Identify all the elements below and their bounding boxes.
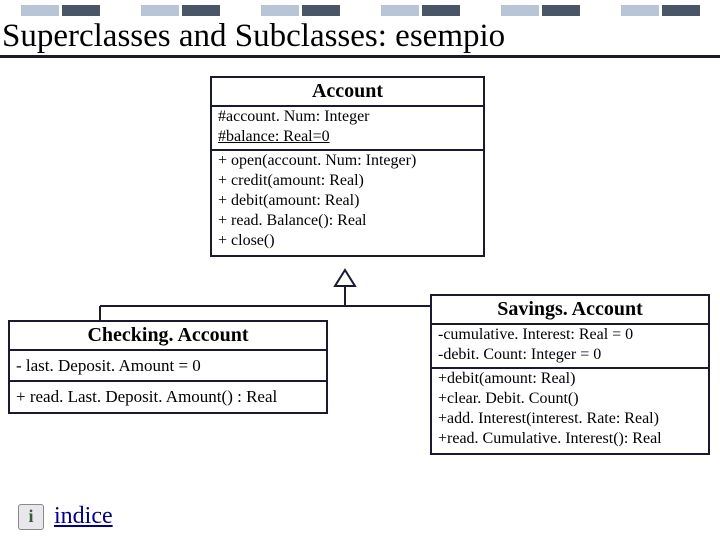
class-operations: + read. Last. Deposit. Amount() : Real xyxy=(10,382,326,411)
footer: i indice xyxy=(18,503,113,530)
class-account: Account #account. Num: Integer #balance:… xyxy=(210,76,485,257)
class-operations: +debit(amount: Real) +clear. Debit. Coun… xyxy=(432,369,708,453)
class-savings-account: Savings. Account -cumulative. Interest: … xyxy=(430,294,710,455)
class-attributes: #account. Num: Integer #balance: Real=0 xyxy=(212,107,483,151)
class-attributes: -cumulative. Interest: Real = 0 -debit. … xyxy=(432,325,708,369)
class-attributes: - last. Deposit. Amount = 0 xyxy=(10,351,326,382)
slide-title: Superclasses and Subclasses: esempio xyxy=(0,18,720,55)
class-operations: + open(account. Num: Integer) + credit(a… xyxy=(212,151,483,255)
title-bar: Superclasses and Subclasses: esempio xyxy=(0,16,720,58)
class-name: Savings. Account xyxy=(432,296,708,325)
uml-diagram: Account #account. Num: Integer #balance:… xyxy=(0,58,720,488)
info-icon[interactable]: i xyxy=(18,504,44,530)
class-name: Account xyxy=(212,78,483,107)
decorative-top-bars xyxy=(0,0,720,16)
index-link[interactable]: indice xyxy=(54,503,113,530)
class-checking-account: Checking. Account - last. Deposit. Amoun… xyxy=(8,320,328,414)
class-name: Checking. Account xyxy=(10,322,326,351)
